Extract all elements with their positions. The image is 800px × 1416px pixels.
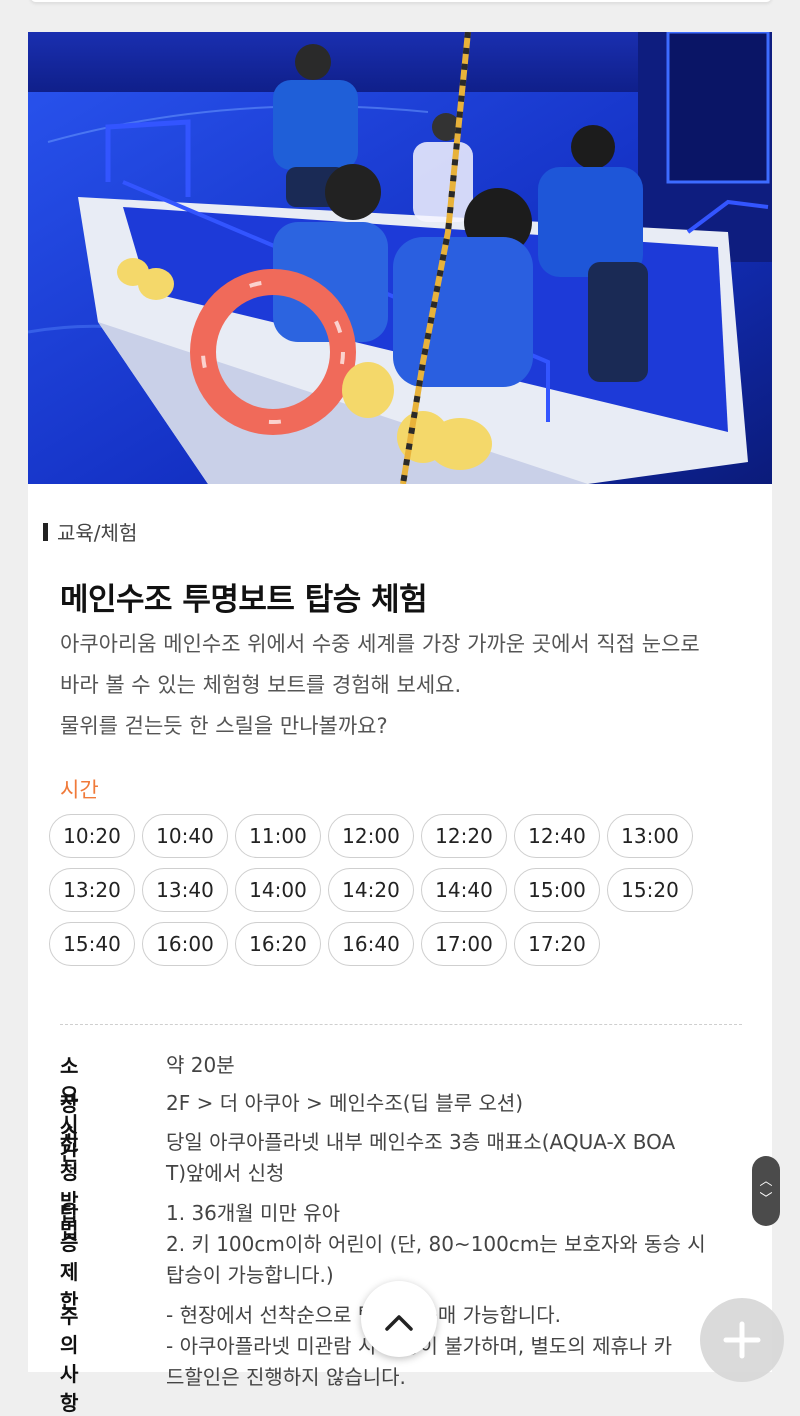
time-section-label: 시간 — [60, 778, 99, 802]
time-slot-button[interactable]: 14:20 — [328, 868, 414, 912]
info-value-line: - 현장에서 선착순으로 탑승권 구매 가능합니다. — [166, 1303, 561, 1327]
program-title: 메인수조 투명보트 탑승 체험 — [60, 582, 428, 618]
info-value-line: 2F > 더 아쿠아 > 메인수조(딥 블루 오션) — [166, 1091, 524, 1115]
info-value-line: 탑승이 가능합니다.) — [166, 1263, 334, 1287]
time-slot-button[interactable]: 13:40 — [142, 868, 228, 912]
info-value-line: T)앞에서 신청 — [166, 1161, 285, 1185]
time-slot-button[interactable]: 17:00 — [421, 922, 507, 966]
time-slot-button[interactable]: 12:00 — [328, 814, 414, 858]
scroll-down-icon: ﹀ — [759, 1192, 773, 1207]
time-slot-button[interactable]: 11:00 — [235, 814, 321, 858]
info-value: 약 20분 — [166, 1050, 746, 1081]
time-slot-button[interactable]: 16:20 — [235, 922, 321, 966]
info-label: 탑승제한 — [60, 1202, 79, 1313]
scroll-to-top-button[interactable] — [361, 1281, 437, 1357]
chevron-up-icon — [385, 1315, 413, 1331]
info-label: 주의사항 — [60, 1304, 79, 1415]
scrollbar-handle[interactable]: ︿ ﹀ — [752, 1156, 780, 1226]
scroll-up-icon: ︿ — [759, 1174, 773, 1189]
program-card: 교육/체험 메인수조 투명보트 탑승 체험 아쿠아리움 메인수조 위에서 수중 … — [28, 32, 772, 1415]
category-marker — [43, 522, 48, 541]
time-slot-button[interactable]: 15:00 — [514, 868, 600, 912]
time-slot-button[interactable]: 13:20 — [49, 868, 135, 912]
info-value-line: 드할인은 진행하지 않습니다. — [166, 1365, 406, 1389]
info-value: 1. 36개월 미만 유아 2. 키 100cm이하 어린이 (단, 80~10… — [166, 1198, 746, 1291]
program-photo — [28, 32, 772, 484]
info-value: - 현장에서 선착순으로 탑승권 구매 가능합니다. - 아쿠아플라넷 미관람 … — [166, 1300, 746, 1393]
info-value: 당일 아쿠아플라넷 내부 메인수조 3층 매표소(AQUA-X BOA T)앞에… — [166, 1127, 746, 1189]
time-slot-button[interactable]: 13:00 — [607, 814, 693, 858]
plus-icon — [723, 1321, 761, 1359]
time-slot-button[interactable]: 12:40 — [514, 814, 600, 858]
time-slot-button[interactable]: 15:40 — [49, 922, 135, 966]
time-slot-button[interactable]: 17:20 — [514, 922, 600, 966]
category-text: 교육/체험 — [57, 521, 138, 545]
description-line: 아쿠아리움 메인수조 위에서 수중 세계를 가장 가까운 곳에서 직접 눈으로 — [60, 632, 700, 656]
previous-card-edge — [30, 0, 772, 2]
description-line: 물위를 걷는듯 한 스릴을 만나볼까요? — [60, 714, 388, 738]
time-slot-button[interactable]: 15:20 — [607, 868, 693, 912]
time-slot-button[interactable]: 10:40 — [142, 814, 228, 858]
info-value-line: - 아쿠아플라넷 미관람 시 탑승이 불가하며, 별도의 제휴나 카 — [166, 1334, 673, 1358]
category-label: 교육/체험 — [43, 517, 137, 546]
section-divider — [60, 1024, 742, 1025]
time-slot-button[interactable]: 16:00 — [142, 922, 228, 966]
time-slot-button[interactable]: 16:40 — [328, 922, 414, 966]
description-line: 바라 볼 수 있는 체험형 보트를 경험해 보세요. — [60, 673, 462, 697]
time-slot-button[interactable]: 14:00 — [235, 868, 321, 912]
time-slot-button[interactable]: 14:40 — [421, 868, 507, 912]
info-value-line: 당일 아쿠아플라넷 내부 메인수조 3층 매표소(AQUA-X BOA — [166, 1130, 676, 1154]
info-value-line: 2. 키 100cm이하 어린이 (단, 80~100cm는 보호자와 동승 시 — [166, 1232, 706, 1256]
info-value: 2F > 더 아쿠아 > 메인수조(딥 블루 오션) — [166, 1088, 746, 1119]
info-value-line: 1. 36개월 미만 유아 — [166, 1201, 341, 1225]
time-slot-button[interactable]: 10:20 — [49, 814, 135, 858]
program-description: 아쿠아리움 메인수조 위에서 수중 세계를 가장 가까운 곳에서 직접 눈으로 … — [60, 624, 760, 747]
add-floating-button[interactable] — [700, 1298, 784, 1382]
info-value-line: 약 20분 — [166, 1053, 235, 1077]
time-slot-button[interactable]: 12:20 — [421, 814, 507, 858]
